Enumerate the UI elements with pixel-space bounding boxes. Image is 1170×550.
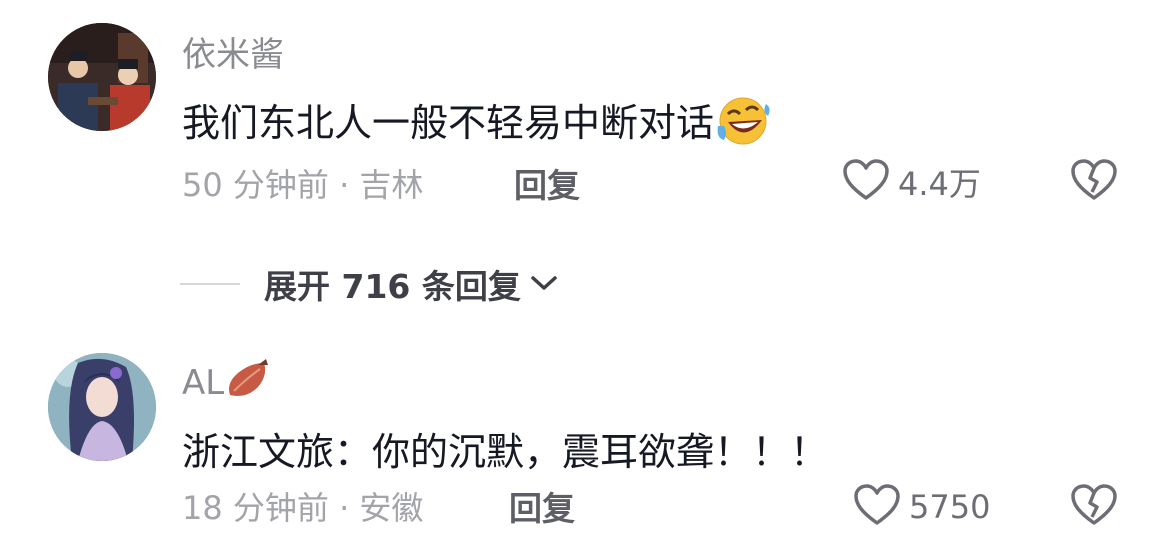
- username[interactable]: AL: [182, 359, 270, 410]
- reply-button[interactable]: 回复: [514, 159, 580, 207]
- like-button[interactable]: 5750: [853, 483, 990, 531]
- comment-location: 吉林: [359, 166, 424, 204]
- comment-item: AL 浙江文旅：你的沉默，震耳欲聋！！！ 18 分钟前 · 安徽 回复 5750: [0, 345, 1170, 550]
- avatar-photo: [48, 353, 156, 461]
- sweet-potato-icon: [224, 359, 270, 410]
- meta-separator: ·: [339, 166, 350, 204]
- like-count: 5750: [909, 488, 991, 526]
- expand-replies[interactable]: 展开 716 条回复: [180, 262, 559, 306]
- broken-heart-icon: [1070, 159, 1118, 206]
- heart-icon: [853, 483, 901, 531]
- heart-icon: [842, 158, 890, 206]
- avatar[interactable]: [48, 23, 156, 131]
- avatar[interactable]: [48, 353, 156, 461]
- like-button[interactable]: 4.4万: [842, 158, 981, 206]
- divider: [180, 283, 240, 285]
- comment-time: 50 分钟前: [182, 166, 329, 204]
- dislike-button[interactable]: [1070, 483, 1118, 531]
- meta-separator: ·: [339, 489, 350, 527]
- comment-item: 依米酱 我们东北人一般不轻易中断对话 50 分钟前 · 吉林 回复 4.4万: [0, 0, 1170, 230]
- comment-text-content: 我们东北人一般不轻易中断对话: [182, 101, 715, 145]
- expand-replies-label[interactable]: 展开 716 条回复: [264, 260, 521, 308]
- rolling-laughing-emoji-icon: [714, 96, 772, 155]
- username-text: AL: [182, 363, 225, 403]
- comment-time: 18 分钟前: [182, 489, 329, 527]
- comment-text: 浙江文旅：你的沉默，震耳欲聋！！！: [182, 430, 829, 474]
- chevron-down-icon[interactable]: [529, 273, 559, 297]
- dislike-button[interactable]: [1070, 158, 1118, 206]
- comment-location: 安徽: [359, 489, 424, 527]
- username[interactable]: 依米酱: [182, 27, 284, 76]
- reply-button[interactable]: 回复: [509, 482, 575, 530]
- like-count: 4.4万: [898, 165, 981, 203]
- avatar-photo: [48, 23, 156, 131]
- comment-text: 我们东北人一般不轻易中断对话: [182, 92, 772, 155]
- comment-meta: 18 分钟前 · 安徽: [182, 483, 423, 529]
- broken-heart-icon: [1070, 484, 1118, 531]
- comment-meta: 50 分钟前 · 吉林: [182, 160, 423, 206]
